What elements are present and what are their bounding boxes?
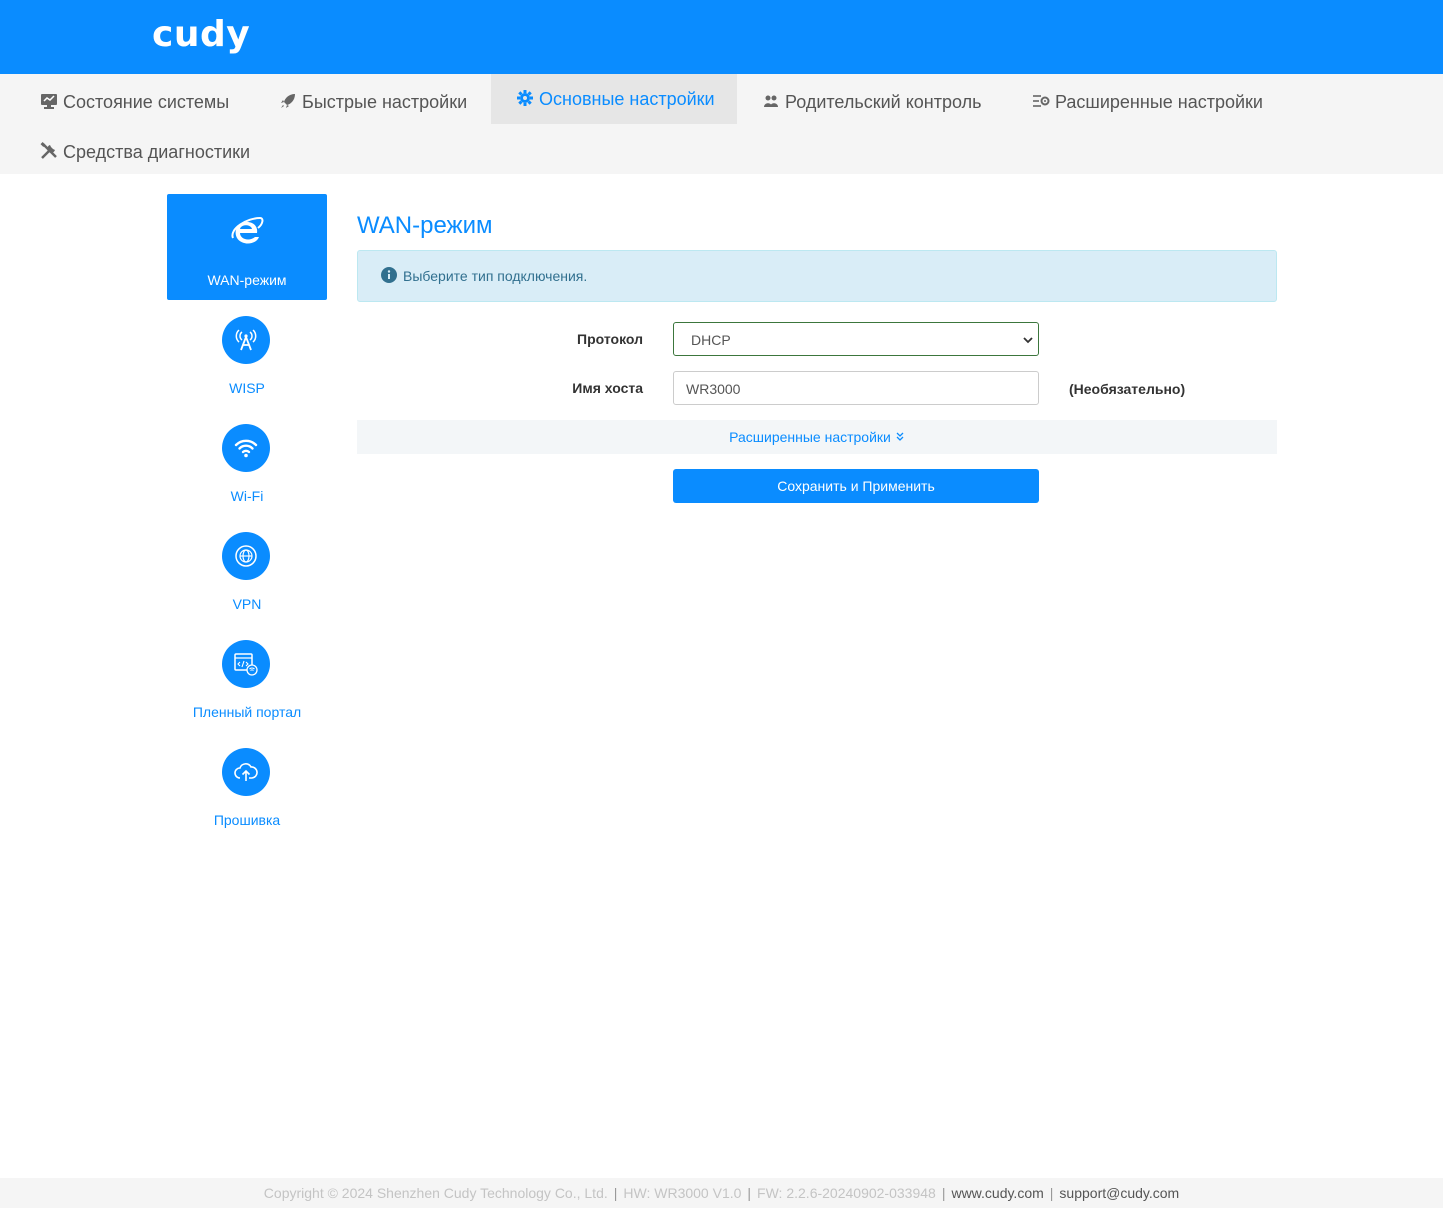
nav-item-label: Расширенные настройки (1055, 92, 1263, 112)
save-apply-button[interactable]: Сохранить и Применить (673, 469, 1039, 503)
advanced-settings-icon (1033, 95, 1050, 107)
page-title: WAN-режим (357, 212, 493, 239)
users-icon (764, 95, 778, 107)
nav-item-diagnostics[interactable]: Средства диагностики (40, 127, 250, 177)
advanced-settings-toggle[interactable]: Расширенные настройки (357, 420, 1277, 454)
chevron-down-icon (1023, 337, 1033, 344)
sidebar-item-label: WAN-режим (207, 272, 287, 288)
main-navigation: Состояние системы Быстрые настройки Осно… (0, 74, 1443, 174)
sidebar-item-wifi[interactable]: Wi-Fi (167, 424, 327, 514)
footer-separator: | (941, 1185, 946, 1201)
info-alert: Выберите тип подключения. (357, 250, 1277, 302)
nav-item-label: Быстрые настройки (302, 92, 468, 112)
footer-separator: | (613, 1185, 618, 1201)
info-icon (381, 267, 397, 283)
wifi-icon (234, 439, 258, 458)
footer-hw-version: HW: WR3000 V1.0 (623, 1185, 742, 1201)
nav-item-label: Средства диагностики (63, 142, 251, 162)
portal-icon-circle (222, 640, 270, 688)
cloud-upload-icon (234, 763, 258, 781)
sidebar-item-label: WISP (229, 380, 265, 396)
footer-separator: | (747, 1185, 752, 1201)
footer-separator: | (1049, 1185, 1054, 1201)
sidebar-item-label: VPN (232, 596, 262, 612)
footer-website-link[interactable]: www.cudy.com (951, 1185, 1043, 1201)
hostname-input-value: WR3000 (686, 381, 741, 397)
sidebar-item-wisp[interactable]: WISP (167, 316, 327, 406)
protocol-select-value: DHCP (691, 332, 731, 348)
sidebar-item-label: Прошивка (213, 812, 281, 828)
sidebar-item-label: Пленный портал (192, 704, 302, 720)
sidebar-item-wan-mode[interactable]: WAN-режим (167, 194, 327, 300)
globe-icon (235, 545, 257, 567)
sidebar-item-vpn[interactable]: VPN (167, 532, 327, 622)
advanced-settings-link[interactable]: Расширенные настройки (729, 429, 891, 445)
nav-item-advanced-settings[interactable]: Расширенные настройки (1032, 77, 1263, 127)
hostname-label: Имя хоста (572, 380, 643, 396)
nav-item-parental-control[interactable]: Родительский контроль (762, 77, 982, 127)
protocol-label: Протокол (577, 331, 643, 347)
footer-fw-version: FW: 2.2.6-20240902-033948 (757, 1185, 936, 1201)
internet-explorer-icon (231, 216, 264, 244)
header-bar: cudy (0, 0, 1443, 74)
tools-icon (40, 142, 57, 159)
nav-item-quick-setup[interactable]: Быстрые настройки (279, 77, 467, 127)
nav-item-system-status[interactable]: Состояние системы (40, 77, 229, 127)
antenna-icon (235, 329, 257, 351)
cudy-logo[interactable]: cudy (152, 14, 250, 55)
protocol-select[interactable]: DHCP (673, 322, 1039, 356)
footer-copyright: Copyright © 2024 Shenzhen Cudy Technolog… (263, 1185, 608, 1201)
firmware-icon-circle (222, 748, 270, 796)
wisp-icon-circle (222, 316, 270, 364)
nav-item-label: Состояние системы (63, 92, 230, 112)
monitor-icon (41, 94, 57, 109)
portal-icon (234, 653, 258, 676)
hostname-optional-hint: (Необязательно) (1069, 381, 1186, 397)
footer-support-email-link[interactable]: support@cudy.com (1059, 1185, 1179, 1201)
rocket-icon (281, 94, 295, 108)
double-chevron-down-icon (896, 432, 904, 441)
footer: Copyright © 2024 Shenzhen Cudy Technolog… (0, 1178, 1443, 1208)
nav-item-label: Родительский контроль (785, 92, 982, 112)
nav-item-label: Основные настройки (539, 89, 715, 109)
vpn-icon-circle (222, 532, 270, 580)
sidebar-item-firmware[interactable]: Прошивка (167, 748, 327, 838)
alert-text: Выберите тип подключения. (403, 268, 588, 284)
sidebar-item-label: Wi-Fi (230, 488, 264, 504)
sidebar-item-captive-portal[interactable]: Пленный портал (167, 640, 327, 730)
nav-item-basic-settings[interactable]: Основные настройки (491, 74, 737, 124)
wifi-icon-circle (222, 424, 270, 472)
gear-icon (517, 90, 533, 106)
hostname-input[interactable]: WR3000 (673, 371, 1039, 405)
